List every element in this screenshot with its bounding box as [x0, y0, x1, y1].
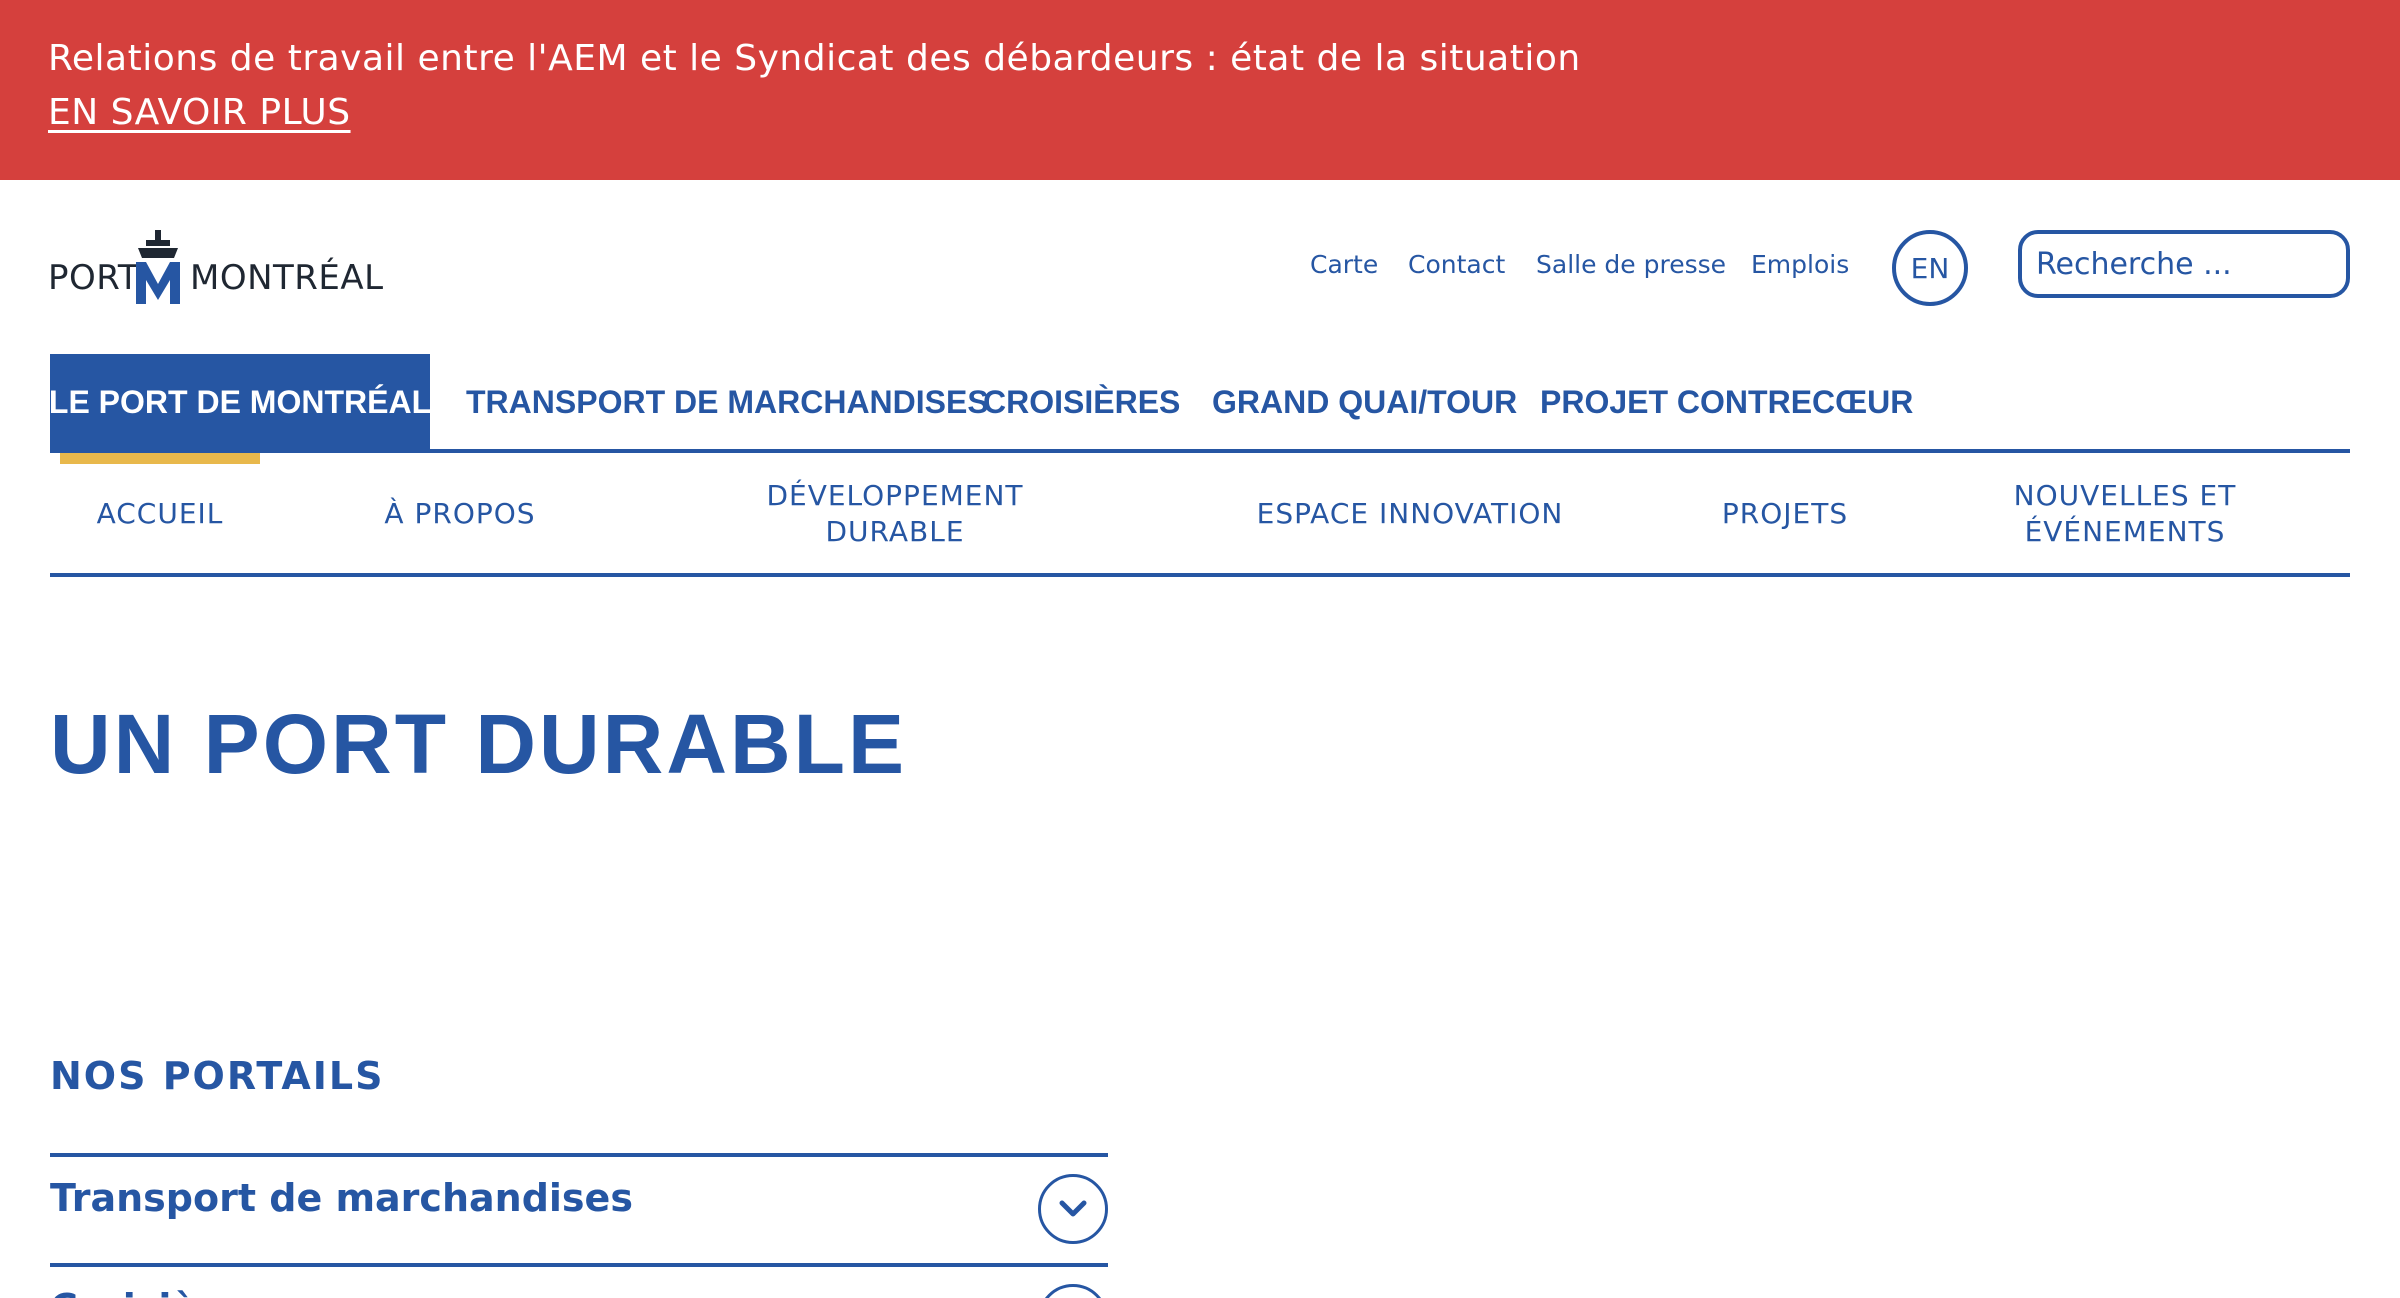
accordion-divider	[50, 1263, 1108, 1267]
logo-montreal-text: MONTRÉAL	[190, 258, 384, 298]
port-montreal-logo[interactable]: PORT MONTRÉAL	[48, 228, 383, 308]
search-input[interactable]	[2018, 230, 2350, 298]
accordion-item-label[interactable]: Transport de marchandises	[50, 1176, 633, 1220]
main-nav-projet-contrecoeur[interactable]: PROJET CONTRECŒUR	[1540, 354, 1913, 450]
utility-link-carte[interactable]: Carte	[1310, 250, 1378, 279]
utility-link-contact[interactable]: Contact	[1408, 250, 1505, 279]
accordion-divider	[50, 1153, 1108, 1157]
page-title: UN PORT DURABLE	[50, 697, 907, 791]
main-nav-grand-quai-tour[interactable]: GRAND QUAI/TOUR	[1212, 354, 1517, 450]
sub-nav-espace-innovation[interactable]: ESPACE INNOVATION	[1240, 496, 1580, 532]
main-nav-divider	[50, 449, 2350, 453]
main-nav-transport-de-marchandises[interactable]: TRANSPORT DE MARCHANDISES	[466, 354, 989, 450]
accordion-item-label[interactable]: Croisières	[50, 1286, 264, 1298]
accordion-toggle-button[interactable]	[1038, 1174, 1108, 1244]
sub-nav-projets[interactable]: PROJETS	[1700, 496, 1870, 532]
active-tab-indicator	[60, 452, 260, 464]
language-toggle-button[interactable]: EN	[1892, 230, 1968, 306]
portals-heading: NOS PORTAILS	[50, 1054, 385, 1098]
alert-banner: Relations de travail entre l'AEM et le S…	[0, 0, 2400, 180]
sub-nav-a-propos[interactable]: À PROPOS	[360, 496, 560, 532]
sub-nav-nouvelles-et-evenements[interactable]: NOUVELLES ET ÉVÉNEMENTS	[1960, 478, 2290, 550]
alert-message: Relations de travail entre l'AEM et le S…	[48, 38, 1581, 79]
main-nav-croisieres[interactable]: CROISIÈRES	[983, 354, 1180, 450]
chevron-down-icon	[1059, 1200, 1087, 1217]
ship-m-icon	[136, 230, 180, 304]
sub-nav-accueil[interactable]: ACCUEIL	[60, 496, 260, 532]
accordion-toggle-button[interactable]	[1038, 1284, 1108, 1298]
learn-more-link[interactable]: EN SAVOIR PLUS	[48, 92, 351, 133]
sub-nav-developpement-durable[interactable]: DÉVELOPPEMENT DURABLE	[740, 478, 1050, 550]
main-nav-le-port-de-montreal[interactable]: LE PORT DE MONTRÉAL	[49, 354, 431, 450]
sub-nav-divider	[50, 573, 2350, 577]
utility-link-salle-de-presse[interactable]: Salle de presse	[1536, 250, 1726, 279]
utility-link-emplois[interactable]: Emplois	[1751, 250, 1849, 279]
logo-port-text: PORT	[48, 258, 140, 298]
